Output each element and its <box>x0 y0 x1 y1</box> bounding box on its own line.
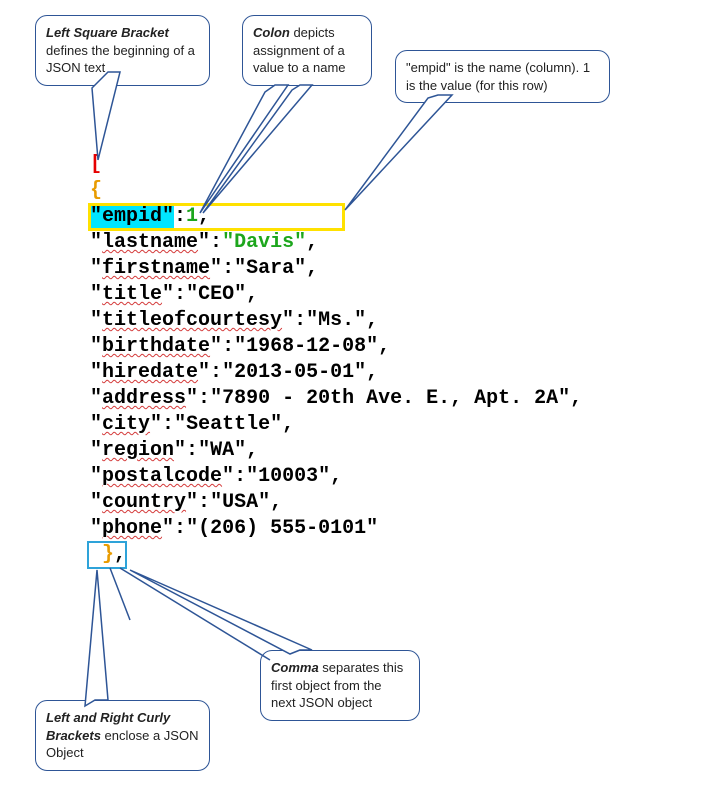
callout-empid: "empid" is the name (column). 1 is the v… <box>395 50 610 103</box>
highlight-empid-row <box>88 203 345 231</box>
callout-text: Left and Right Curly Brackets enclose a … <box>46 710 198 760</box>
callout-comma: Comma separates this first object from t… <box>260 650 420 721</box>
callout-left-bracket: Left Square Bracket defines the beginnin… <box>35 15 210 86</box>
callout-text: Colon depicts assignment of a value to a… <box>253 25 346 75</box>
callout-text: Left Square Bracket defines the beginnin… <box>46 25 195 75</box>
callout-colon: Colon depicts assignment of a value to a… <box>242 15 372 86</box>
highlight-close-brace <box>87 541 127 569</box>
callout-curly: Left and Right Curly Brackets enclose a … <box>35 700 210 771</box>
callout-text: "empid" is the name (column). 1 is the v… <box>406 60 590 93</box>
callout-text: Comma separates this first object from t… <box>271 660 403 710</box>
